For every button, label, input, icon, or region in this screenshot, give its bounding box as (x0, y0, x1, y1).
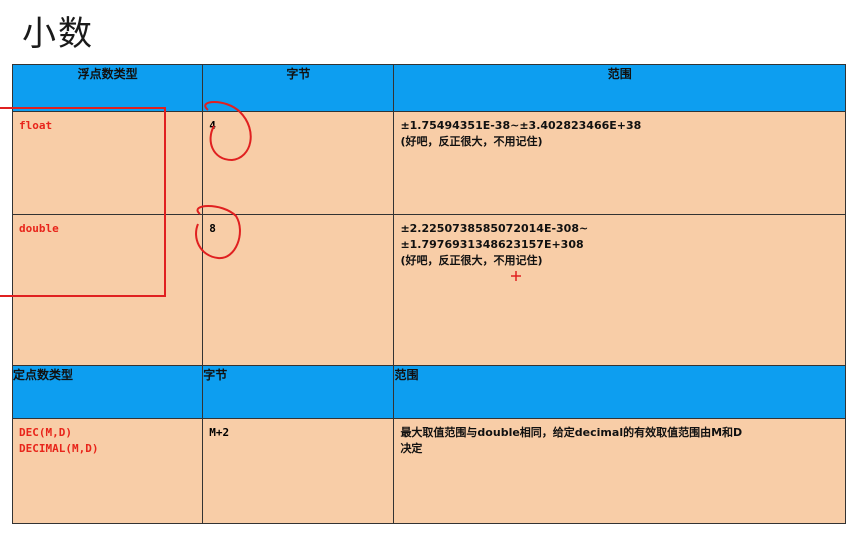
byte-size: 4 (209, 119, 216, 132)
float-header-row: 浮点数类型 字节 范围 (11, 64, 846, 112)
type-line: DECIMAL(M,D) (19, 442, 99, 455)
type-name: DEC(M,D) DECIMAL(M,D) (13, 419, 202, 457)
value-range: ±2.2250738585072014E-308~ ±1.79769313486… (394, 215, 845, 269)
fixed-header-row: 定点数类型 字节 范围 (11, 365, 846, 419)
table-row: double 8 ±2.2250738585072014E-308~ ±1.79… (11, 214, 846, 366)
type-name: float (19, 119, 53, 132)
range-line: ±1.75494351E-38~±3.402823466E+38 (400, 119, 642, 132)
byte-size: M+2 (209, 426, 230, 439)
table-row: float 4 ±1.75494351E-38~±3.402823466E+38… (11, 111, 846, 215)
fixed-range-header: 范围 (393, 365, 846, 419)
decimal-types-table: 浮点数类型 字节 范围 float 4 ±1.75494351E-38~±3.4… (11, 64, 846, 524)
range-note: (好吧，反正很大，不用记住) (400, 254, 543, 267)
float-type-header: 浮点数类型 (11, 64, 204, 112)
fixed-bytes-header: 字节 (202, 365, 395, 419)
range-line: 决定 (400, 442, 423, 455)
range-line: 最大取值范围与double相同，给定decimal的有效取值范围由M和D (400, 426, 743, 439)
range-note: (好吧，反正很大，不用记住) (400, 135, 543, 148)
page-title: 小数 (22, 14, 94, 54)
range-line: ±1.7976931348623157E+308 (400, 238, 584, 251)
table-row: DEC(M,D) DECIMAL(M,D) M+2 最大取值范围与double相… (11, 418, 846, 524)
byte-size: 8 (209, 222, 216, 235)
value-range: 最大取值范围与double相同，给定decimal的有效取值范围由M和D 决定 (394, 419, 845, 457)
type-line: DEC(M,D) (19, 426, 72, 439)
fixed-type-header: 定点数类型 (11, 365, 204, 419)
type-name: double (19, 222, 59, 235)
range-line: ±2.2250738585072014E-308~ (400, 222, 589, 235)
value-range: ±1.75494351E-38~±3.402823466E+38 (好吧，反正很… (394, 112, 845, 150)
float-bytes-header: 字节 (202, 64, 395, 112)
float-range-header: 范围 (393, 64, 846, 112)
